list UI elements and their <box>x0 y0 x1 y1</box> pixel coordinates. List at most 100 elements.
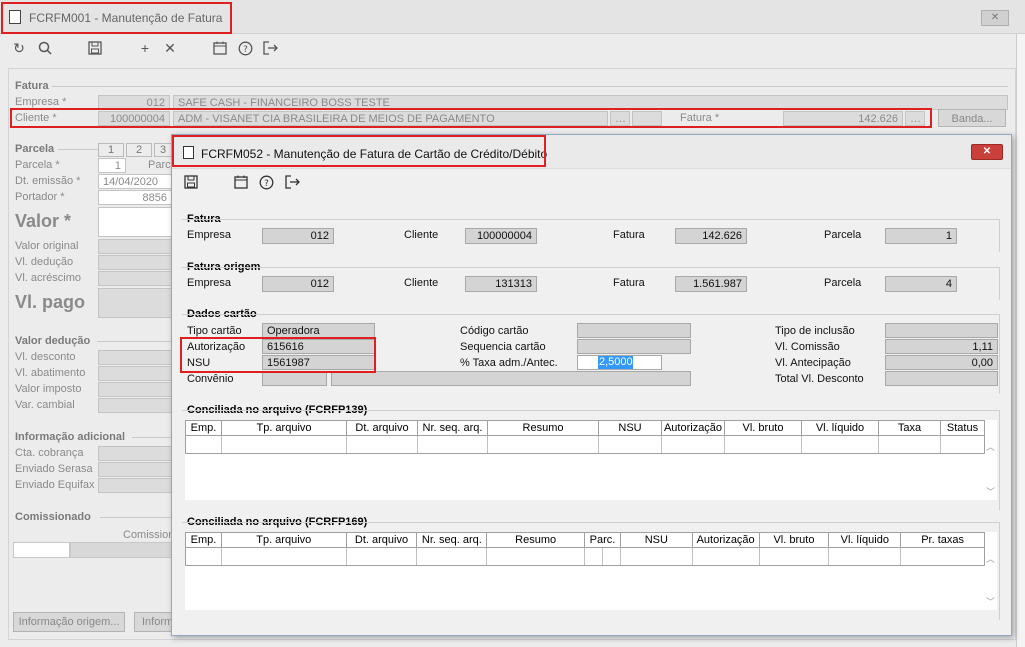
valor-original-field <box>98 239 172 254</box>
parcela-tab-2[interactable]: 2 <box>126 143 152 157</box>
svg-text:?: ? <box>264 179 269 189</box>
dialog-origem-cliente-field: 131313 <box>465 276 537 292</box>
info-partial-button[interactable]: Inform <box>134 612 174 632</box>
table2-col-emp[interactable]: Emp. <box>186 533 222 547</box>
credit-card-dialog: FCRFM052 - Manutenção de Fatura de Cartã… <box>171 134 1012 636</box>
acrescimo-label: Vl. acréscimo <box>15 272 82 284</box>
table2-col-pr-taxas[interactable]: Pr. taxas <box>901 533 984 547</box>
parcela-tab-1[interactable]: 1 <box>98 143 124 157</box>
dialog-help-icon[interactable]: ? <box>257 173 275 191</box>
valor-deducao-title: Valor dedução <box>15 335 91 347</box>
empresa-code-field[interactable]: 012 <box>98 95 170 110</box>
imposto-label: Valor imposto <box>15 383 82 395</box>
dialog-close-button[interactable]: ✕ <box>971 144 1003 160</box>
convenio-code-field[interactable] <box>262 371 327 386</box>
tipo-cartao-field[interactable]: Operadora <box>262 323 375 338</box>
table1-col-status[interactable]: Status <box>941 421 984 435</box>
dialog-origem-fatura-label: Fatura <box>613 277 645 289</box>
table2-col-resumo[interactable]: Resumo <box>487 533 585 547</box>
table2-col-autorizacao[interactable]: Autorização <box>693 533 760 547</box>
parcela-field[interactable]: 1 <box>98 158 126 173</box>
cliente-lookup-icon[interactable]: … <box>610 111 630 126</box>
table2-scroll-down-icon[interactable]: ﹀ <box>986 595 995 608</box>
comissionado-row-b[interactable] <box>70 542 172 558</box>
taxa-label: % Taxa adm./Antec. <box>460 357 558 369</box>
table2-col-nsu[interactable]: NSU <box>621 533 693 547</box>
fatura-field[interactable]: 142.626 <box>783 111 903 126</box>
table1-scroll-up-icon[interactable]: ︿ <box>986 440 995 453</box>
cliente-code-field[interactable]: 100000004 <box>98 111 170 126</box>
tipo-inclusao-label: Tipo de inclusão <box>775 325 855 337</box>
table2-scroll-up-icon[interactable]: ︿ <box>986 552 995 565</box>
cta-cobranca-label: Cta. cobrança <box>15 447 84 459</box>
info-adicional-title: Informação adicional <box>15 431 126 443</box>
dialog-fatura-empresa-field: 012 <box>262 228 334 244</box>
comissionado-row-a[interactable] <box>13 542 70 558</box>
valor-field[interactable] <box>98 207 172 237</box>
info-adicional-line <box>132 437 172 438</box>
dialog-calendar-icon[interactable] <box>232 173 250 191</box>
exit-icon[interactable] <box>261 39 279 57</box>
table2-col-nr-seq[interactable]: Nr. seq. arq. <box>417 533 488 547</box>
table1-row[interactable] <box>185 436 985 454</box>
nsu-field[interactable]: 1561987 <box>262 355 375 370</box>
main-close-button[interactable]: ✕ <box>981 10 1009 26</box>
refresh-icon[interactable]: ↻ <box>10 39 28 57</box>
comissao-field: 1,11 <box>885 339 998 354</box>
equifax-label: Enviado Equifax <box>15 479 95 491</box>
table1-col-vl-bruto[interactable]: Vl. bruto <box>725 421 802 435</box>
comissionado-column: Comission <box>123 529 175 541</box>
search-icon[interactable] <box>36 39 54 57</box>
add-icon[interactable]: + <box>136 39 154 57</box>
parcela-tab-3[interactable]: 3 <box>154 143 172 157</box>
table1-col-dt-arquivo[interactable]: Dt. arquivo <box>347 421 418 435</box>
info-origem-button[interactable]: Informação origem... <box>13 612 125 632</box>
comissionado-title: Comissionado <box>15 511 91 523</box>
cliente-extra-field <box>632 111 662 126</box>
delete-icon[interactable]: ✕ <box>161 39 179 57</box>
save-icon[interactable] <box>86 39 104 57</box>
portador-field[interactable]: 8856 <box>98 190 172 205</box>
table2-col-tp-arquivo[interactable]: Tp. arquivo <box>222 533 347 547</box>
table2-col-vl-liquido[interactable]: Vl. líquido <box>829 533 902 547</box>
table1-col-vl-liquido[interactable]: Vl. líquido <box>802 421 879 435</box>
convenio-name-field <box>331 371 691 386</box>
table1-scroll-down-icon[interactable]: ﹀ <box>986 485 995 498</box>
tipo-cartao-label: Tipo cartão <box>187 325 242 337</box>
table1-col-nr-seq[interactable]: Nr. seq. arq. <box>418 421 488 435</box>
tipo-inclusao-field <box>885 323 998 338</box>
table2-row[interactable] <box>185 548 985 566</box>
autorizacao-label: Autorização <box>187 341 246 353</box>
dialog-fatura-parcela-label: Parcela <box>824 229 862 241</box>
pago-field <box>98 288 172 318</box>
sequencia-cartao-field[interactable] <box>577 339 691 354</box>
table1-col-autorizacao[interactable]: Autorização <box>662 421 725 435</box>
emissao-field[interactable]: 14/04/2020 <box>98 174 172 189</box>
table2-col-dt-arquivo[interactable]: Dt. arquivo <box>347 533 418 547</box>
table1-col-resumo[interactable]: Resumo <box>488 421 599 435</box>
table1-col-tp-arquivo[interactable]: Tp. arquivo <box>222 421 347 435</box>
table1-col-emp[interactable]: Emp. <box>186 421 222 435</box>
banda-button[interactable]: Banda... <box>938 109 1006 127</box>
abatimento-label: Vl. abatimento <box>15 367 86 379</box>
dialog-origem-empresa-field: 012 <box>262 276 334 292</box>
cta-cobranca-field <box>98 446 172 461</box>
help-icon[interactable]: ? <box>236 39 254 57</box>
table2-col-parc[interactable]: Parc. <box>585 533 621 547</box>
codigo-cartao-field[interactable] <box>577 323 691 338</box>
dialog-exit-icon[interactable] <box>283 173 301 191</box>
codigo-cartao-label: Código cartão <box>460 325 529 337</box>
valor-original-label: Valor original <box>15 240 79 252</box>
calendar-icon[interactable] <box>211 39 229 57</box>
dialog-document-icon <box>183 146 194 159</box>
table2-col-vl-bruto[interactable]: Vl. bruto <box>760 533 830 547</box>
abatimento-field <box>98 366 172 381</box>
fatura-section-line <box>52 86 1008 87</box>
table1-col-nsu[interactable]: NSU <box>599 421 662 435</box>
table1-header: Emp. Tp. arquivo Dt. arquivo Nr. seq. ar… <box>185 420 985 436</box>
table1-col-taxa[interactable]: Taxa <box>879 421 941 435</box>
dialog-save-icon[interactable] <box>182 173 200 191</box>
autorizacao-field[interactable]: 615616 <box>262 339 375 354</box>
pago-label: Vl. pago <box>15 292 86 312</box>
fatura-lookup-icon[interactable]: … <box>905 111 925 126</box>
